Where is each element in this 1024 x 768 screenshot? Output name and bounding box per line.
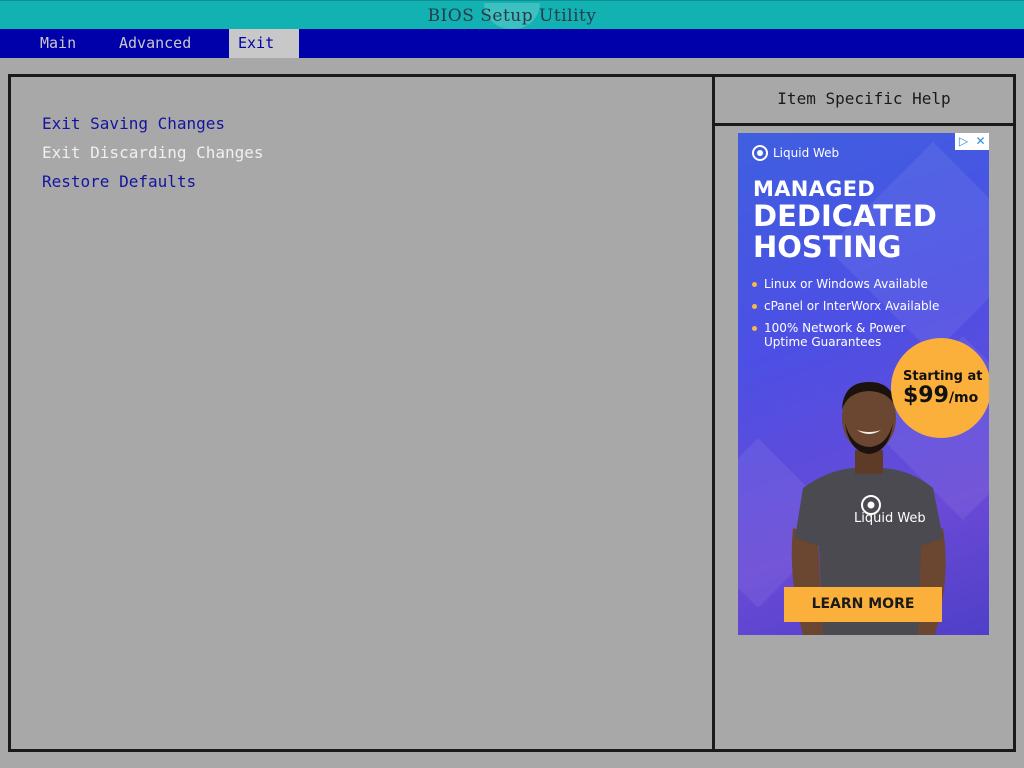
window-title: BIOS Setup Utility (427, 6, 597, 26)
option-exit-discarding-changes[interactable]: Exit Discarding Changes (42, 143, 264, 162)
shirt-brand-text: Liquid Web (854, 511, 926, 526)
ad-feature-item: 100% Network & Power Uptime Guarantees (752, 321, 914, 349)
panel-divider (712, 77, 715, 749)
menu-bar: Main Advanced Exit (0, 29, 1024, 58)
title-bar: BIOS Setup Utility (0, 0, 1024, 29)
help-panel-title: Item Specific Help (777, 89, 951, 108)
tab-advanced[interactable]: Advanced (110, 29, 200, 58)
tab-main[interactable]: Main (31, 29, 85, 58)
ad-feature-item: cPanel or InterWorx Available (752, 299, 982, 313)
ad-price-amount: $99 (903, 383, 949, 408)
ad-headline-2-line: DEDICATED (753, 199, 937, 233)
ad-headline-1: MANAGED (753, 177, 876, 201)
liquid-web-logo-icon (752, 145, 768, 161)
ad-learn-more-button[interactable]: LEARN MORE (784, 587, 942, 622)
ad-price-prefix: Starting at (903, 369, 983, 384)
ad-info-icon[interactable]: ▷ (955, 133, 972, 150)
ad-brand-name: Liquid Web (773, 146, 840, 160)
ad-banner[interactable]: ▷ ✕ Liquid Web MANAGED DEDICATED HOSTING… (738, 133, 989, 635)
option-exit-saving-changes[interactable]: Exit Saving Changes (42, 114, 225, 133)
ad-feature-item: Linux or Windows Available (752, 277, 982, 291)
ad-price-value: $99/mo (903, 383, 978, 408)
option-restore-defaults[interactable]: Restore Defaults (42, 172, 196, 191)
ad-brand-logo: Liquid Web (752, 145, 839, 161)
ad-price-badge: Starting at $99/mo (891, 338, 989, 438)
help-header-divider (715, 123, 1013, 126)
ad-close-icon[interactable]: ✕ (972, 133, 989, 150)
ad-headline-3-line: HOSTING (753, 230, 902, 264)
ad-controls: ▷ ✕ (955, 133, 989, 150)
ad-headline-2: DEDICATED HOSTING (753, 201, 937, 263)
tab-exit[interactable]: Exit (229, 29, 299, 58)
ad-price-suffix: /mo (948, 390, 979, 406)
